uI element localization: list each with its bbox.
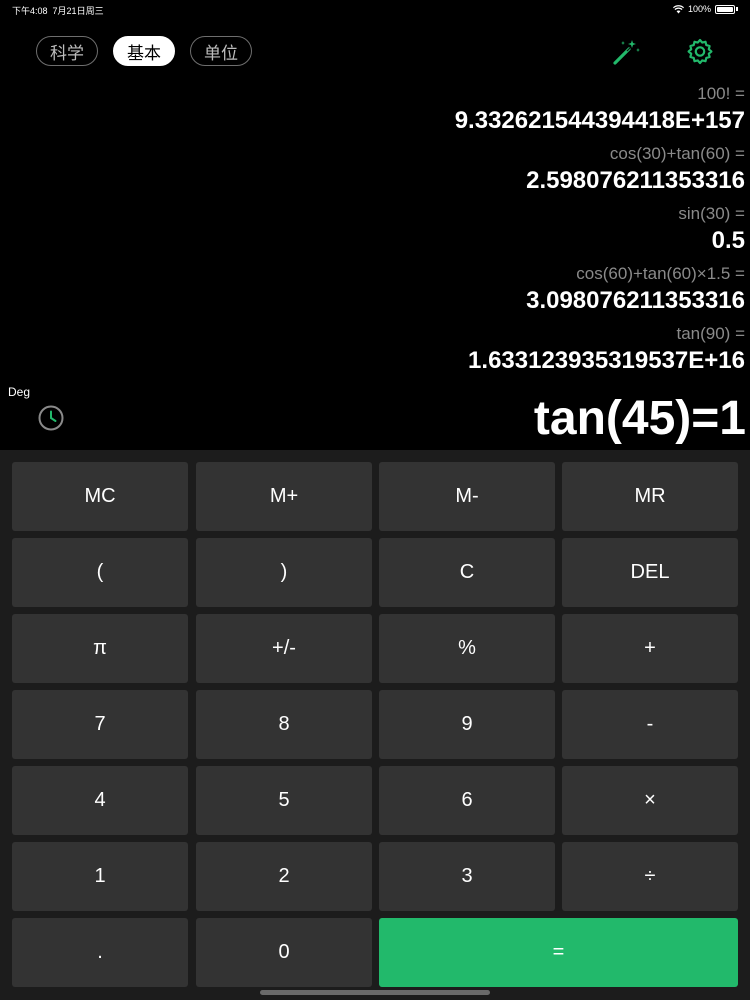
history-expression: cos(30)+tan(60) =: [609, 144, 745, 163]
history-expression: tan(90) =: [676, 324, 745, 343]
history-list[interactable]: 100! = 9.332621544394418E+157 cos(30)+ta…: [15, 82, 745, 385]
tab-unit[interactable]: 单位: [190, 36, 252, 66]
current-display: tan(45)=1: [533, 392, 746, 445]
history-expression: sin(30) =: [678, 204, 745, 223]
wifi-icon: [672, 4, 684, 13]
paren-open-button[interactable]: (: [12, 538, 188, 607]
minus-button[interactable]: -: [562, 690, 738, 759]
mr-button[interactable]: MR: [562, 462, 738, 531]
tab-basic[interactable]: 基本: [113, 36, 175, 66]
tab-scientific[interactable]: 科学: [36, 36, 98, 66]
history-item[interactable]: cos(30)+tan(60) = 2.598076211353316: [15, 142, 745, 196]
m-minus-button[interactable]: M-: [379, 462, 555, 531]
equals-button[interactable]: =: [379, 918, 738, 987]
mc-button[interactable]: MC: [12, 462, 188, 531]
angle-mode-label[interactable]: Deg: [8, 385, 30, 399]
battery-icon: [715, 4, 735, 14]
battery-percent: 100%: [687, 4, 711, 14]
status-time: 下午4:08 7月21日周三: [12, 6, 104, 16]
digit-0-button[interactable]: 0: [196, 918, 372, 987]
digit-1-button[interactable]: 1: [12, 842, 188, 911]
digit-8-button[interactable]: 8: [196, 690, 372, 759]
history-item[interactable]: cos(60)+tan(60)×1.5 = 3.098076211353316: [15, 262, 745, 316]
divide-button[interactable]: ÷: [562, 842, 738, 911]
history-result: 0.5: [711, 227, 745, 254]
plus-minus-button[interactable]: +/-: [196, 614, 372, 683]
multiply-button[interactable]: ×: [562, 766, 738, 835]
decimal-point-button[interactable]: .: [12, 918, 188, 987]
digit-9-button[interactable]: 9: [379, 690, 555, 759]
status-right: 100%: [672, 4, 738, 14]
history-item[interactable]: 100! = 9.332621544394418E+157: [15, 82, 745, 136]
plus-button[interactable]: +: [562, 614, 738, 683]
history-item[interactable]: tan(90) = 1.633123935319537E+16: [15, 322, 745, 376]
digit-6-button[interactable]: 6: [379, 766, 555, 835]
history-expression: cos(60)+tan(60)×1.5 =: [576, 264, 745, 283]
history-result: 9.332621544394418E+157: [454, 107, 745, 134]
pi-button[interactable]: π: [12, 614, 188, 683]
digit-3-button[interactable]: 3: [379, 842, 555, 911]
history-result: 3.098076211353316: [526, 287, 745, 314]
digit-2-button[interactable]: 2: [196, 842, 372, 911]
history-expression: 100! =: [697, 84, 745, 103]
clear-button[interactable]: C: [379, 538, 555, 607]
gear-icon[interactable]: [684, 36, 716, 68]
history-result: 1.633123935319537E+16: [468, 347, 745, 374]
clock-icon[interactable]: [37, 404, 65, 432]
paren-close-button[interactable]: ): [196, 538, 372, 607]
history-result: 2.598076211353316: [526, 167, 745, 194]
digit-4-button[interactable]: 4: [12, 766, 188, 835]
magic-wand-icon[interactable]: [610, 36, 642, 68]
history-item[interactable]: sin(30) = 0.5: [15, 202, 745, 256]
digit-5-button[interactable]: 5: [196, 766, 372, 835]
home-indicator: [260, 990, 490, 995]
keypad: MC M+ M- MR ( ) C DEL π +/- % + 7 8 9 - …: [0, 450, 750, 1000]
status-bar: 下午4:08 7月21日周三 100%: [0, 0, 750, 18]
mode-tabs: 科学 基本 单位: [36, 36, 252, 66]
m-plus-button[interactable]: M+: [196, 462, 372, 531]
digit-7-button[interactable]: 7: [12, 690, 188, 759]
delete-button[interactable]: DEL: [562, 538, 738, 607]
percent-button[interactable]: %: [379, 614, 555, 683]
